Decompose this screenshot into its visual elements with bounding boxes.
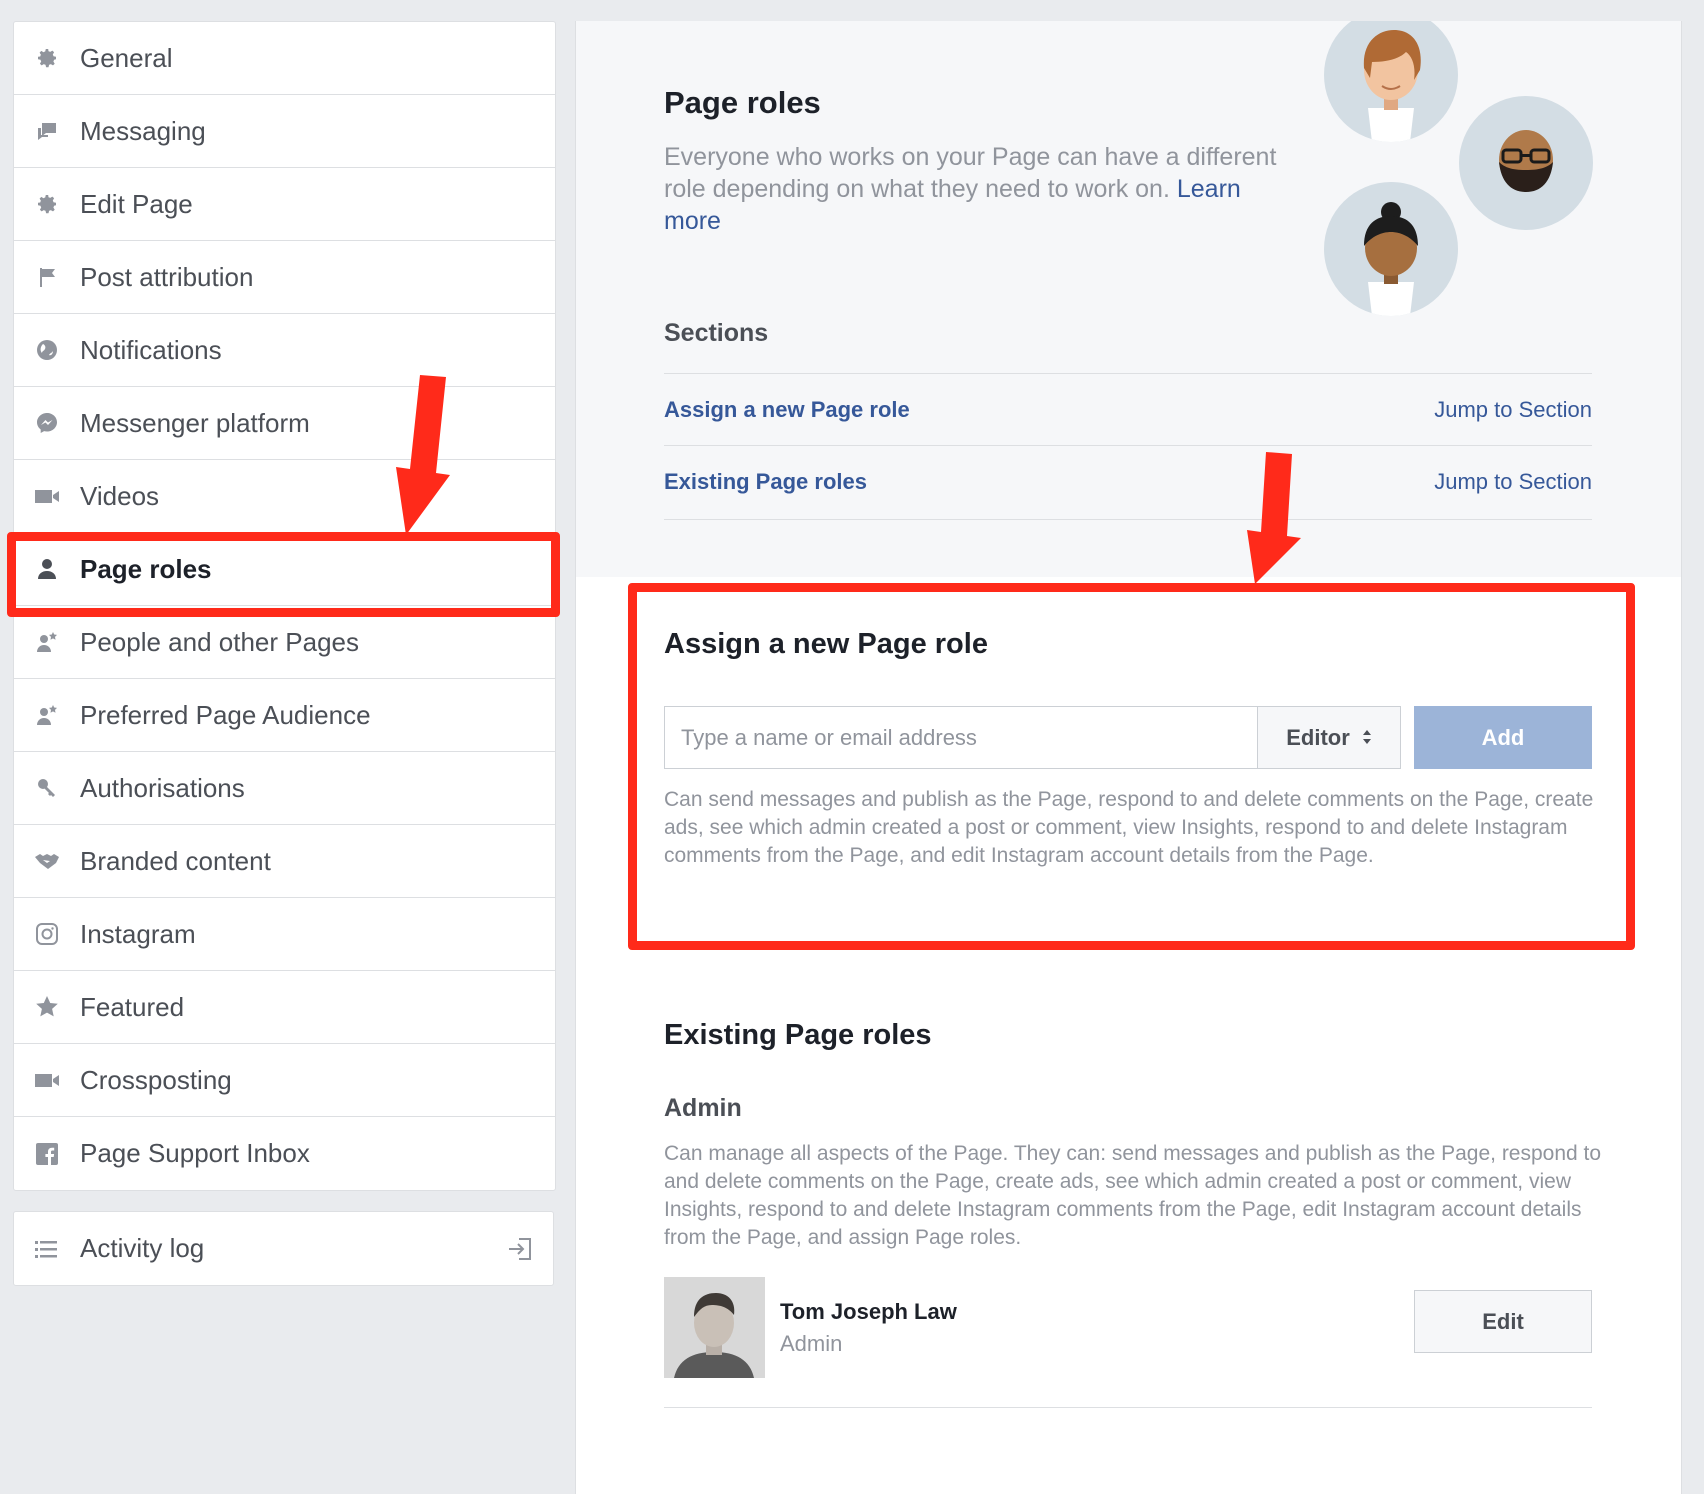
assign-role-heading: Assign a new Page role [664,628,988,660]
flag-icon [34,264,60,290]
sidebar-item-edit-page[interactable]: Edit Page [14,168,555,241]
messenger-icon [34,410,60,436]
jump-to-section-link[interactable]: Jump to Section [1434,469,1592,495]
section-row-assign: Assign a new Page role Jump to Section [664,373,1592,445]
edit-button[interactable]: Edit [1414,1290,1592,1353]
sidebar-item-label: Featured [80,991,185,1022]
sort-arrows-icon [1362,725,1372,751]
section-link-assign[interactable]: Assign a new Page role [664,397,910,423]
section-row-existing: Existing Page roles Jump to Section [664,445,1592,517]
facebook-icon [34,1141,60,1167]
sidebar-item-label: Videos [80,480,160,511]
gear-icon [34,191,60,217]
page-title: Page roles [664,85,821,120]
section-link-existing[interactable]: Existing Page roles [664,469,867,495]
existing-roles-heading: Existing Page roles [664,1019,932,1051]
sidebar-item-label: Messaging [80,115,206,146]
sidebar-item-label: Authorisations [80,772,245,803]
instagram-icon [34,921,60,947]
sidebar-item-label: Preferred Page Audience [80,699,371,730]
globe-icon [34,337,60,363]
sidebar-item-page-support-inbox[interactable]: Page Support Inbox [14,1117,555,1190]
sidebar-item-activity-log[interactable]: Activity log [13,1211,554,1286]
video-camera-icon [34,1067,60,1093]
admin-role-description: Can manage all aspects of the Page. They… [664,1142,1602,1249]
sidebar-item-label: Post attribution [80,261,254,292]
list-icon [34,1236,60,1262]
sidebar-item-label: Instagram [80,918,196,949]
sidebar-item-general[interactable]: General [14,22,555,95]
sidebar-item-notifications[interactable]: Notifications [14,314,555,387]
page-description: Everyone who works on your Page can have… [664,141,1284,237]
avatar[interactable] [664,1277,765,1378]
person-star-icon [34,629,60,655]
star-icon [34,994,60,1020]
sidebar-item-featured[interactable]: Featured [14,971,555,1044]
settings-sidebar: General Messaging Edit Page Post attribu… [13,21,556,1191]
admin-role-heading: Admin [664,1094,742,1122]
sidebar-item-people-and-other-pages[interactable]: People and other Pages [14,606,555,679]
sidebar-item-branded-content[interactable]: Branded content [14,825,555,898]
sidebar-item-videos[interactable]: Videos [14,460,555,533]
sidebar-item-authorisations[interactable]: Authorisations [14,752,555,825]
sidebar-item-messenger-platform[interactable]: Messenger platform [14,387,555,460]
sidebar-item-label: Notifications [80,334,222,365]
sidebar-item-label: People and other Pages [80,626,359,657]
sidebar-item-label: Edit Page [80,188,193,219]
person-star-icon [34,702,60,728]
role-select-value: Editor [1286,724,1350,750]
jump-to-section-link[interactable]: Jump to Section [1434,397,1592,423]
sidebar-item-label: Page roles [80,553,212,584]
sidebar-item-messaging[interactable]: Messaging [14,95,555,168]
gear-icon [34,45,60,71]
role-select[interactable]: Editor [1257,706,1401,769]
sidebar-item-label: Crossposting [80,1064,232,1095]
sections-heading: Sections [664,319,769,347]
page-roles-header: Page roles Everyone who works on your Pa… [576,21,1681,577]
key-icon [34,775,60,801]
avatar-illustration-bearded-man [1459,96,1593,230]
list-divider [664,1407,1592,1408]
sidebar-item-instagram[interactable]: Instagram [14,898,555,971]
sidebar-item-label: Branded content [80,845,271,876]
person-icon [34,556,60,582]
sections-divider [664,519,1592,520]
main-content: Page roles Everyone who works on your Pa… [575,21,1682,1494]
name-or-email-input[interactable] [664,706,1258,769]
avatar-illustration-woman [1324,21,1458,142]
sidebar-item-label: Page Support Inbox [80,1138,310,1168]
sidebar-item-crossposting[interactable]: Crossposting [14,1044,555,1117]
chat-bubbles-icon [34,118,60,144]
user-name: Tom Joseph Law [780,1299,957,1324]
video-camera-icon [34,483,60,509]
sidebar-item-label: Activity log [80,1233,205,1263]
sidebar-item-label: Messenger platform [80,407,310,438]
sidebar-item-label: General [80,42,173,73]
role-description: Can send messages and publish as the Pag… [664,788,1594,867]
sidebar-item-page-roles[interactable]: Page roles [14,533,555,606]
sidebar-item-post-attribution[interactable]: Post attribution [14,241,555,314]
handshake-icon [34,848,60,874]
user-role: Admin [780,1331,843,1356]
add-button[interactable]: Add [1414,706,1592,769]
sidebar-item-preferred-page-audience[interactable]: Preferred Page Audience [14,679,555,752]
avatar-illustration-woman-bun [1324,182,1458,316]
exit-arrow-icon[interactable] [507,1236,533,1269]
